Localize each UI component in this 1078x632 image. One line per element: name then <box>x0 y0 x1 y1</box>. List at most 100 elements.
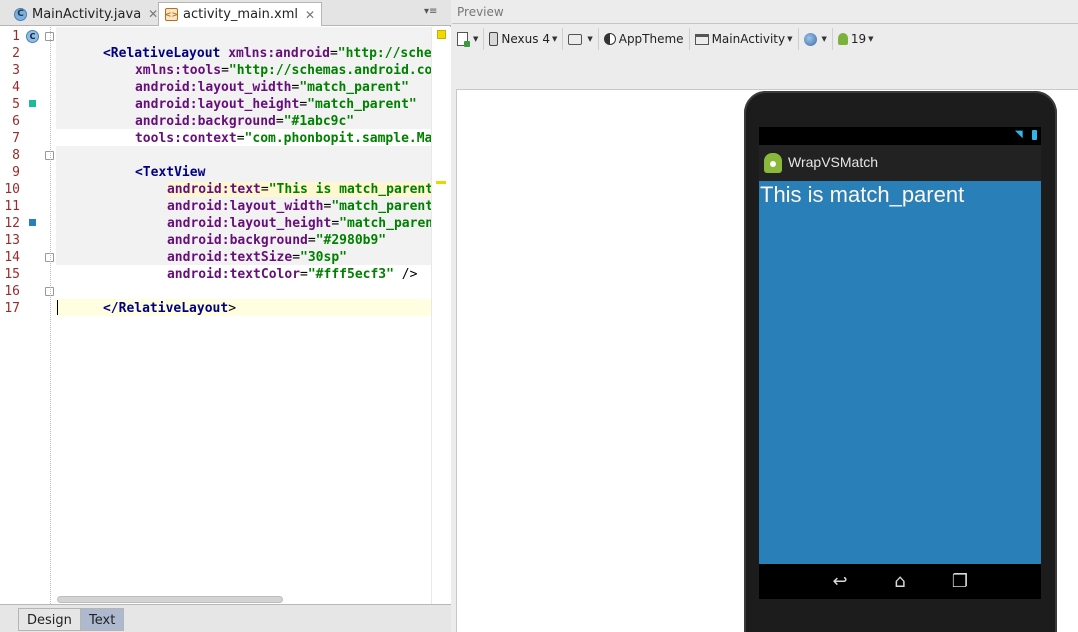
layout-file-icon <box>457 32 470 47</box>
chevron-down-icon: ▼ <box>473 35 479 43</box>
phone-icon <box>489 32 499 46</box>
gutter-separator <box>50 27 51 604</box>
code-line-11: android:layout_height="match_parent" <box>120 198 431 231</box>
activity-label: MainActivity <box>711 32 786 46</box>
editor-tab-bar: C MainActivity.java ✕ <> activity_main.x… <box>0 0 451 26</box>
home-icon: ⌂ <box>894 570 906 592</box>
inspection-status-icon[interactable] <box>437 30 446 39</box>
code-line-8: <TextView <box>88 147 205 180</box>
chevron-down-icon: ▼ <box>868 35 874 43</box>
tab-label: activity_main.xml <box>183 7 299 22</box>
line-number: 12 <box>4 216 20 231</box>
chevron-down-icon: ▼ <box>551 35 558 43</box>
preview-title: Preview <box>452 0 1078 24</box>
activity-icon <box>694 33 709 45</box>
tab-mainactivity-java[interactable]: C MainActivity.java ✕ <box>8 2 164 26</box>
configuration-button[interactable]: ▼ <box>452 28 485 50</box>
line-number: 2 <box>12 46 20 61</box>
tab-text[interactable]: Text <box>80 608 125 631</box>
line-number: 10 <box>4 182 20 197</box>
line-number: 15 <box>4 267 20 282</box>
code-line-2: xmlns:tools="http://schemas.android.com/… <box>88 45 431 78</box>
editor-mode-tabs: Design Text <box>0 604 451 632</box>
app-launcher-icon <box>764 153 782 173</box>
line-number: 17 <box>4 301 20 316</box>
theme-label: AppTheme <box>618 32 684 46</box>
code-line-13: android:textSize="30sp" <box>120 232 347 265</box>
line-number-gutter: 1 2 3 4 5 6 7 8 9 10 11 12 13 14 15 16 1… <box>0 27 56 604</box>
line-number: 14 <box>4 250 20 265</box>
api-level-selector[interactable]: 19 ▼ <box>833 28 879 50</box>
tab-label: MainActivity.java <box>32 6 142 22</box>
color-swatch-icon[interactable] <box>29 219 36 226</box>
line-number: 5 <box>12 97 20 112</box>
device-frame: ◥ WrapVSMatch This is match_parent ↩ ⌂ ❐ <box>744 91 1057 632</box>
error-stripe[interactable] <box>431 27 451 604</box>
preview-toolbar: ▼ Nexus 4 ▼ ▼ AppTheme MainActivity ▼ ▼ 19… <box>452 25 1078 53</box>
close-icon[interactable]: ✕ <box>148 7 158 21</box>
tab-activity-main-xml[interactable]: <> activity_main.xml ✕ <box>158 2 323 26</box>
code-line-3: android:layout_width="match_parent" <box>88 62 409 95</box>
activity-selector[interactable]: MainActivity ▼ <box>690 28 799 50</box>
textview-text: This is match_parent <box>760 182 965 207</box>
code-token: = <box>236 131 245 146</box>
chevron-down-icon: ▼ <box>587 35 593 43</box>
preview-pane: Preview ▼ Nexus 4 ▼ ▼ AppTheme MainActivi… <box>452 0 1078 632</box>
text-caret <box>57 300 58 315</box>
code-line-16: </RelativeLayout> <box>56 283 236 316</box>
action-bar: WrapVSMatch <box>759 145 1041 181</box>
code-token: "#fff5ecf3" <box>307 267 394 282</box>
line-number: 4 <box>12 80 20 95</box>
battery-icon <box>1032 130 1037 140</box>
theme-icon <box>603 33 616 45</box>
status-bar: ◥ <box>759 127 1041 144</box>
wifi-icon: ◥ <box>1015 129 1023 140</box>
java-class-icon: C <box>14 7 27 21</box>
horizontal-scrollbar[interactable] <box>57 596 283 603</box>
orientation-selector[interactable]: ▼ <box>563 28 599 50</box>
theme-selector[interactable]: AppTheme <box>599 28 690 50</box>
code-line-10: android:layout_width="match_parent" <box>120 181 431 214</box>
globe-icon <box>803 32 817 46</box>
locale-selector[interactable]: ▼ <box>799 28 833 50</box>
line-number: 8 <box>12 148 20 163</box>
xml-file-icon: <> <box>164 8 179 21</box>
tab-list-menu-icon[interactable]: ▾≡ <box>424 6 437 17</box>
device-screen: ◥ WrapVSMatch This is match_parent ↩ ⌂ ❐ <box>759 127 1041 599</box>
code-token: android:textColor <box>166 267 301 282</box>
class-link-icon[interactable]: C <box>26 30 39 43</box>
line-number: 6 <box>12 114 20 129</box>
tab-design[interactable]: Design <box>18 608 81 631</box>
preview-canvas[interactable]: ◥ WrapVSMatch This is match_parent ↩ ⌂ ❐ <box>456 89 1078 632</box>
code-token: "com.phonbopit.sample.MainAct <box>244 131 431 146</box>
app-title: WrapVSMatch <box>788 154 878 170</box>
textview-preview[interactable]: This is match_parent <box>759 181 1041 564</box>
code-token: > <box>228 301 237 316</box>
code-line-4: android:layout_height="match_parent" <box>88 79 417 112</box>
warning-marker[interactable] <box>436 181 446 184</box>
navigation-bar: ↩ ⌂ ❐ <box>759 564 1041 599</box>
code-token: tools:context <box>134 131 237 146</box>
close-icon[interactable]: ✕ <box>305 8 315 22</box>
rotate-icon <box>568 33 583 45</box>
code-line-12: android:background="#2980b9" <box>120 215 386 248</box>
line-number: 3 <box>12 63 20 78</box>
color-swatch-icon[interactable] <box>29 100 36 107</box>
chevron-down-icon: ▼ <box>787 35 793 43</box>
code-token: </RelativeLayout <box>102 301 229 316</box>
code-line-9: android:text="This is match_parent" <box>120 164 431 197</box>
android-icon <box>837 33 848 45</box>
code-token: = <box>300 267 308 282</box>
chevron-down-icon: ▼ <box>821 35 827 43</box>
code-line-14: android:textColor="#fff5ecf3" /> <box>120 249 417 282</box>
code-area[interactable]: <RelativeLayout xmlns:android="http://sc… <box>56 27 431 604</box>
line-number: 9 <box>12 165 20 180</box>
device-label: Nexus 4 <box>501 32 550 46</box>
api-level-label: 19 <box>850 32 867 46</box>
device-selector[interactable]: Nexus 4 ▼ <box>484 28 564 50</box>
line-number: 11 <box>4 199 20 214</box>
back-icon: ↩ <box>832 570 848 592</box>
recents-icon: ❐ <box>951 570 969 592</box>
code-line-1: <RelativeLayout xmlns:android="http://sc… <box>56 28 431 61</box>
code-line-6: tools:context="com.phonbopit.sample.Main… <box>88 113 431 146</box>
